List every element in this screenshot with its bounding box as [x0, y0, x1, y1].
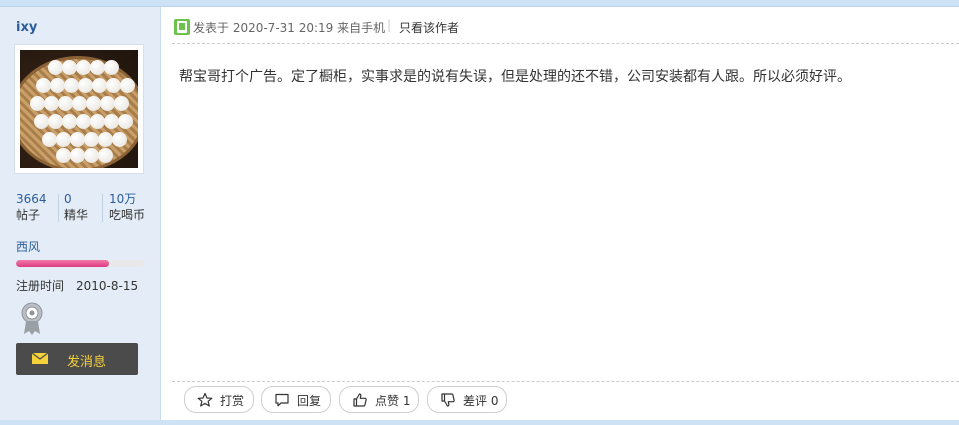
- envelope-icon: [32, 353, 48, 364]
- stat-posts[interactable]: 3664 帖子: [16, 192, 47, 226]
- stat-coins-value[interactable]: 10万: [109, 192, 145, 207]
- stat-digest-label: 精华: [64, 208, 89, 222]
- avatar-rice-ball: [114, 96, 129, 111]
- avatar-rice-ball: [104, 114, 119, 129]
- avatar-rice-ball: [62, 114, 77, 129]
- level-progress-fill: [16, 260, 109, 267]
- avatar-rice-ball: [104, 60, 119, 75]
- avatar-frame[interactable]: [14, 44, 144, 174]
- avatar-rice-ball: [36, 78, 51, 93]
- avatar-rice-ball: [98, 132, 113, 147]
- author-stats: 3664 帖子 0 精华 10万 吃喝币: [14, 192, 154, 226]
- avatar-rice-ball: [44, 96, 59, 111]
- avatar-rice-ball: [64, 78, 79, 93]
- stat-divider: [102, 194, 103, 222]
- thumbs-up-icon: [353, 393, 367, 407]
- user-group-link[interactable]: 西风: [16, 238, 40, 255]
- send-message-label: 发消息: [67, 355, 107, 370]
- bottom-border: [0, 420, 959, 425]
- avatar-rice-ball: [76, 114, 91, 129]
- avatar-rice-ball: [106, 78, 121, 93]
- register-label: 注册时间: [16, 279, 65, 293]
- stat-divider: [58, 194, 59, 222]
- avatar-rice-ball: [112, 132, 127, 147]
- medal-icon[interactable]: [21, 302, 43, 336]
- comment-icon: [275, 393, 289, 407]
- stat-coins[interactable]: 10万 吃喝币: [109, 192, 145, 226]
- reply-button[interactable]: 回复: [261, 386, 331, 413]
- like-button[interactable]: 点赞 1: [339, 386, 419, 413]
- avatar-rice-ball: [48, 114, 63, 129]
- reply-label: 回复: [297, 394, 322, 408]
- avatar-rice-ball: [120, 78, 135, 93]
- dislike-label: 差评 0: [463, 394, 499, 408]
- author-username[interactable]: ixy: [16, 20, 37, 35]
- post-time: 发表于 2020-7-31 20:19 来自手机: [193, 21, 386, 35]
- avatar-rice-ball: [62, 60, 77, 75]
- post-footer-divider: [172, 381, 959, 382]
- avatar-rice-ball: [92, 78, 107, 93]
- avatar-rice-ball: [98, 148, 113, 163]
- avatar-rice-ball: [70, 148, 85, 163]
- avatar-rice-ball: [78, 78, 93, 93]
- avatar-rice-ball: [84, 132, 99, 147]
- stat-coins-label: 吃喝币: [109, 208, 146, 222]
- avatar-rice-ball: [50, 78, 65, 93]
- avatar-rice-ball: [70, 132, 85, 147]
- meta-separator: |: [387, 18, 392, 32]
- avatar-rice-ball: [30, 96, 45, 111]
- avatar-rice-ball: [84, 148, 99, 163]
- post-header-divider: [172, 43, 959, 44]
- mobile-post-icon: [174, 19, 190, 35]
- avatar-rice-ball: [72, 96, 87, 111]
- stat-posts-label: 帖子: [16, 208, 41, 222]
- avatar-rice-ball: [48, 60, 63, 75]
- stat-digest-value[interactable]: 0: [64, 192, 88, 207]
- dislike-button[interactable]: 差评 0: [427, 386, 507, 413]
- level-progress-bar: [16, 260, 145, 267]
- avatar-rice-ball: [90, 60, 105, 75]
- only-author-link[interactable]: 只看该作者: [399, 19, 459, 36]
- avatar-rice-ball: [118, 114, 133, 129]
- send-message-button[interactable]: 发消息: [16, 343, 138, 375]
- post-content: 帮宝哥打个广告。定了橱柜，实事求是的说有失误，但是处理的还不错，公司安装都有人跟…: [179, 69, 851, 85]
- avatar-rice-ball: [56, 148, 71, 163]
- avatar-rice-ball: [100, 96, 115, 111]
- avatar[interactable]: [20, 50, 138, 168]
- avatar-rice-ball: [56, 132, 71, 147]
- avatar-rice-ball: [42, 132, 57, 147]
- stat-digest[interactable]: 0 精华: [64, 192, 88, 226]
- reward-label: 打赏: [220, 394, 245, 408]
- register-date: 2010-8-15: [76, 279, 139, 293]
- avatar-rice-ball: [34, 114, 49, 129]
- author-sidebar: ixy 3664 帖子 0 精华 10万 吃喝币 西风 注册时间 2010-8-1…: [0, 7, 161, 420]
- avatar-rice-ball: [58, 96, 73, 111]
- reward-button[interactable]: 打赏: [184, 386, 254, 413]
- thumbs-down-icon: [441, 393, 455, 407]
- star-icon: [197, 392, 213, 407]
- register-info: 注册时间 2010-8-15: [16, 277, 138, 294]
- like-label: 点赞 1: [375, 394, 411, 408]
- avatar-rice-ball: [86, 96, 101, 111]
- avatar-rice-ball: [90, 114, 105, 129]
- avatar-rice-ball: [76, 60, 91, 75]
- stat-posts-value[interactable]: 3664: [16, 192, 47, 207]
